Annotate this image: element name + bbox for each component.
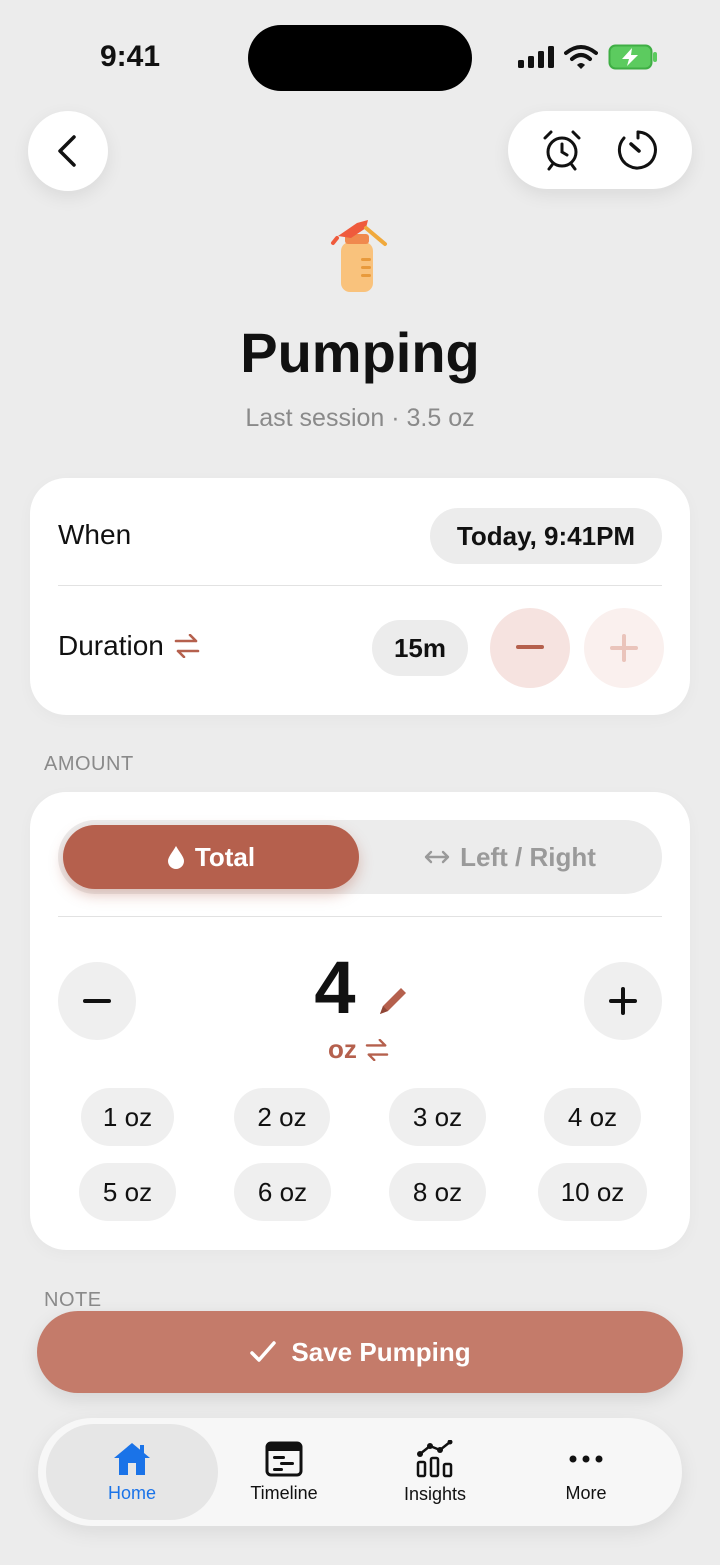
checkmark-icon: [250, 1341, 277, 1362]
tab-insights[interactable]: Insights: [349, 1424, 521, 1520]
battery-charging-icon: [608, 44, 657, 70]
tab-label: Insights: [403, 1483, 467, 1504]
divider: [58, 916, 662, 917]
save-button-label: Save Pumping: [291, 1336, 471, 1367]
preset-chip[interactable]: 2 oz: [234, 1088, 330, 1146]
duration-row: Duration: [58, 630, 200, 662]
more-icon: [569, 1455, 603, 1462]
alarm-button[interactable]: [541, 129, 583, 171]
dynamic-island: [248, 25, 472, 91]
preset-chip[interactable]: 4 oz: [544, 1088, 641, 1146]
tab-more[interactable]: More: [500, 1424, 672, 1520]
preset-chip[interactable]: 6 oz: [234, 1163, 331, 1221]
amount-unit: oz: [328, 1034, 357, 1064]
status-icons: [518, 44, 658, 70]
alarm-icon: [543, 130, 581, 171]
preset-chip[interactable]: 5 oz: [79, 1163, 176, 1221]
wifi-icon: [564, 45, 598, 69]
duration-decrease-button[interactable]: [490, 608, 570, 688]
header-actions: [508, 111, 692, 189]
left-right-arrow-icon: [424, 850, 450, 864]
breast-pump-icon: [331, 220, 387, 292]
amount-decrease-button[interactable]: [58, 962, 136, 1040]
amount-increase-button[interactable]: [584, 962, 662, 1040]
note-section-label: NOTE: [44, 1289, 102, 1311]
mode-left-right-label: Left / Right: [460, 841, 596, 872]
amount-value: 4: [314, 946, 356, 1029]
last-session-summary: Last session · 3.5 oz: [245, 404, 475, 432]
drop-icon: [167, 846, 184, 869]
minus-icon: [83, 999, 111, 1003]
edit-amount-button[interactable]: [376, 984, 410, 1023]
when-label: When: [58, 519, 132, 550]
tab-label: More: [565, 1482, 607, 1503]
pencil-icon: [380, 988, 406, 1014]
save-button[interactable]: Save Pumping: [37, 1311, 683, 1393]
mode-total-tab[interactable]: Total: [63, 825, 359, 889]
when-picker[interactable]: Today, 9:41PM: [430, 508, 662, 564]
duration-value[interactable]: 15m: [372, 620, 468, 676]
plus-icon: [609, 987, 637, 1015]
page-title: Pumping: [240, 321, 480, 384]
timeline-icon: [265, 1441, 303, 1476]
swap-icon: [365, 1038, 389, 1061]
signal-icon: [518, 46, 554, 68]
duration-label: Duration: [58, 630, 164, 661]
minus-icon: [516, 645, 544, 649]
tab-timeline[interactable]: Timeline: [198, 1424, 370, 1520]
timer-button[interactable]: [617, 129, 659, 171]
duration-increase-button[interactable]: [584, 608, 664, 688]
tab-home[interactable]: Home: [46, 1424, 218, 1520]
mode-left-right-tab[interactable]: Left / Right: [362, 825, 658, 889]
plus-icon: [610, 634, 638, 662]
chevron-left-icon: [58, 135, 76, 167]
preset-chip[interactable]: 1 oz: [81, 1088, 174, 1146]
unit-toggle[interactable]: oz: [328, 1034, 389, 1065]
divider: [58, 585, 662, 586]
tab-label: Home: [107, 1482, 156, 1503]
mode-total-label: Total: [194, 841, 256, 872]
swap-icon[interactable]: [174, 634, 200, 658]
timer-icon: [617, 130, 657, 170]
amount-section-label: AMOUNT: [44, 753, 134, 775]
preset-chip[interactable]: 10 oz: [538, 1163, 647, 1221]
status-time: 9:41: [100, 40, 161, 73]
home-icon: [114, 1442, 150, 1475]
preset-chip[interactable]: 3 oz: [389, 1088, 486, 1146]
preset-chip[interactable]: 8 oz: [389, 1163, 486, 1221]
back-button[interactable]: [28, 111, 108, 191]
tab-label: Timeline: [250, 1482, 318, 1503]
insights-icon: [416, 1439, 453, 1477]
